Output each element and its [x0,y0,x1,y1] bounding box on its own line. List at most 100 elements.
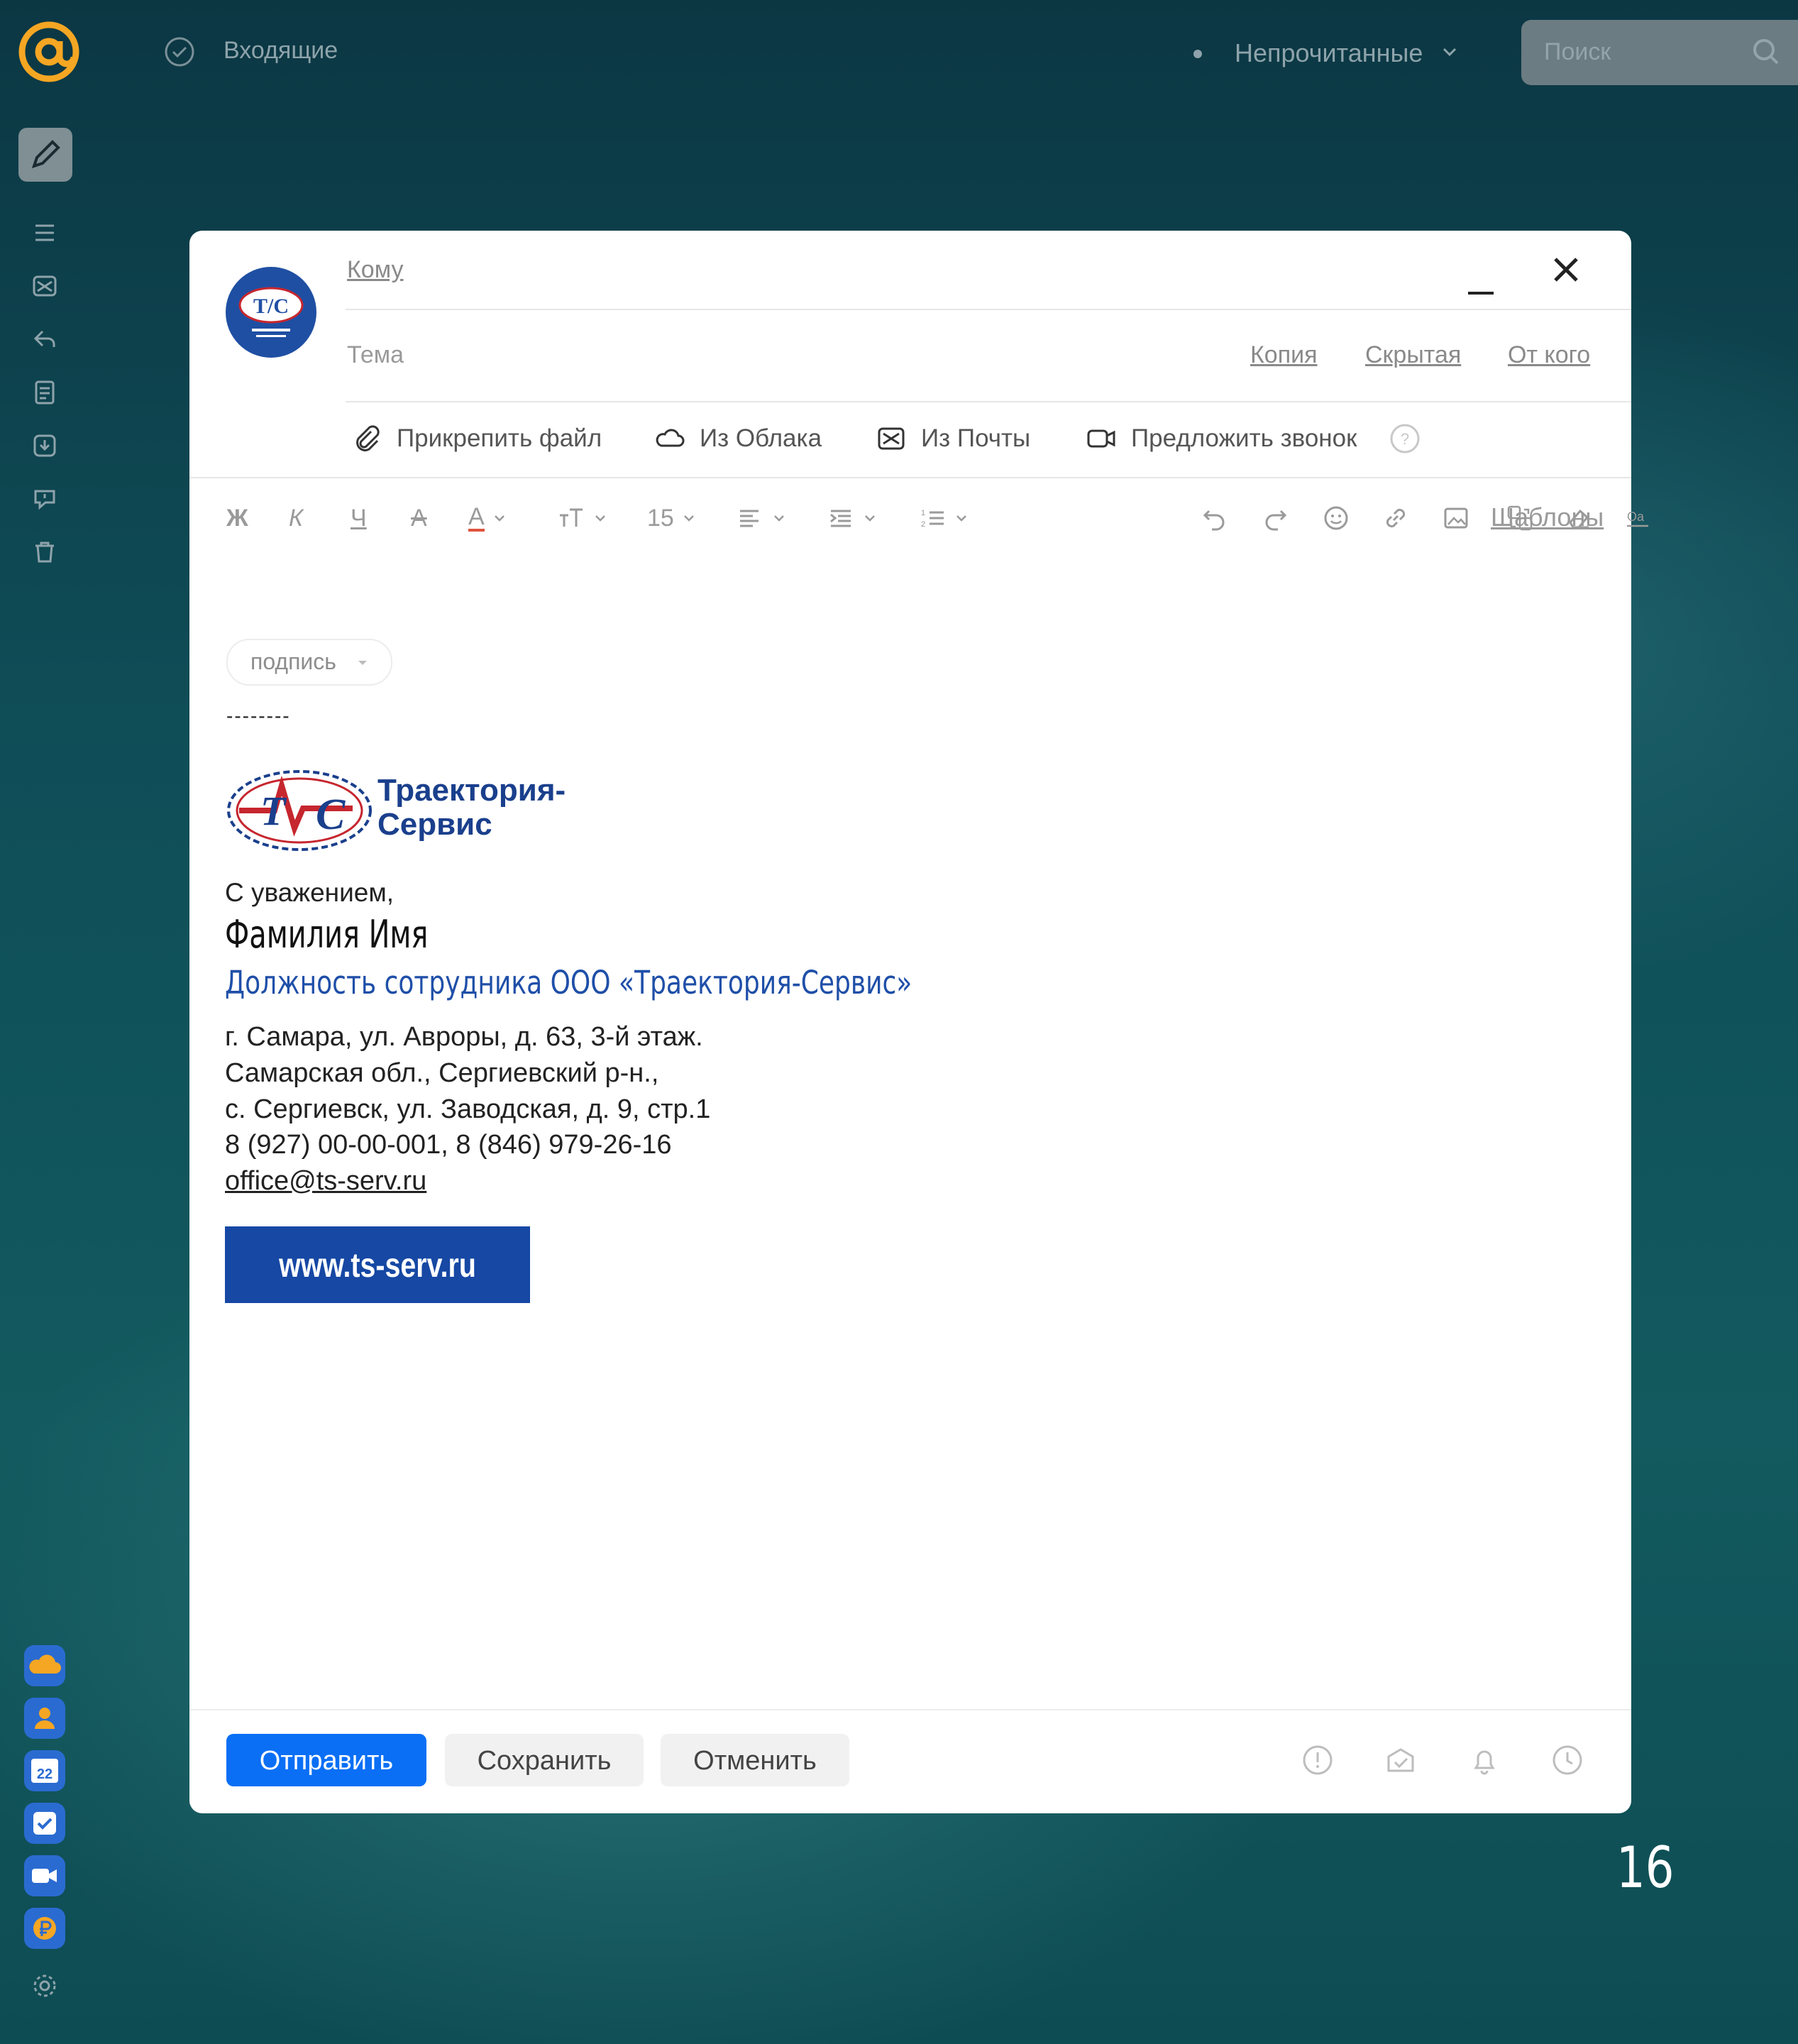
bold-button[interactable]: Ж [226,500,248,536]
phone-numbers: 8 (927) 00-00-001, 8 (846) 979-26-16 [225,1130,672,1160]
company-logo-icon: Т С [227,770,372,851]
video-call-icon [1087,429,1115,448]
chevron-down-icon[interactable] [1439,41,1460,62]
top-bar: Входящие Непрочитанные Поиск [0,0,1798,106]
indent-button[interactable] [827,500,878,536]
send-button[interactable]: Отправить [226,1734,426,1786]
address-line-2: Самарская обл., Сергиевский р-н., [225,1058,659,1088]
drafts-icon[interactable] [28,376,61,409]
inbox-icon[interactable] [28,270,61,302]
offer-call-button[interactable]: Предложить звонок [1086,421,1357,456]
paperclip-icon [356,425,380,451]
underline-label: Ч [351,504,367,532]
settings-gear-icon[interactable] [28,1969,61,2002]
video-app-icon[interactable] [24,1855,65,1896]
underline-button[interactable]: Ч [351,500,367,536]
svg-text:Оа: Оа [1627,510,1645,524]
help-icon[interactable]: ? [1389,422,1421,455]
search-icon[interactable] [1748,34,1784,70]
font-size-select[interactable]: 15 [647,500,697,536]
svg-text:С: С [316,791,346,839]
templates-link[interactable]: Шаблоны [1491,502,1604,532]
trash-icon[interactable] [28,536,61,568]
align-button[interactable] [736,500,787,536]
minimize-icon[interactable] [1467,268,1495,296]
compose-window: Т/С Кому Тема Копия Скрытая От кого Прик… [189,231,1648,1813]
link-button[interactable] [1381,500,1410,536]
calendar-app-icon[interactable]: 22 [24,1750,65,1791]
close-icon[interactable] [1548,252,1584,287]
to-divider [346,309,1631,310]
website-button[interactable]: www.ts-serv.ru [225,1226,530,1303]
from-cloud-label: Из Облака [700,424,822,452]
schedule-clock-icon[interactable] [1550,1742,1585,1778]
company-name: Траектория- Сервис [377,774,633,842]
offer-call-label: Предложить звонок [1131,424,1357,452]
indent-icon [830,510,851,527]
strikethrough-button[interactable]: A [411,500,427,536]
employee-name: Фамилия Имя [225,912,429,957]
cloud-app-icon[interactable] [24,1645,65,1686]
contacts-app-icon[interactable] [24,1698,65,1739]
insert-image-button[interactable] [1442,500,1470,536]
cloud-icon [656,429,685,447]
spellcheck-button[interactable]: Оа [1624,500,1653,536]
from-link[interactable]: От кого [1508,341,1590,369]
bold-label: Ж [226,504,248,532]
cancel-label: Отменить [693,1746,817,1776]
sent-icon[interactable] [28,323,61,356]
italic-button[interactable]: К [289,500,303,536]
website-label: www.ts-serv.ru [279,1247,476,1285]
chevron-down-icon [494,515,504,522]
employee-position: Должность сотрудника ООО «Траектория-Сер… [225,964,912,1001]
undo-button[interactable] [1201,500,1229,536]
align-left-icon [740,510,759,527]
smile-icon [1324,506,1348,530]
list-button[interactable]: 1 2 [918,500,969,536]
font-color-label: A [468,503,485,532]
svg-text:22: 22 [37,1766,53,1782]
emoji-button[interactable] [1322,500,1350,536]
camera-icon [32,1869,57,1883]
font-color-button[interactable]: A [468,500,507,536]
spam-icon[interactable] [28,483,61,515]
subject-field-label[interactable]: Тема [347,341,404,369]
importance-icon[interactable] [1300,1742,1335,1778]
cancel-button[interactable]: Отменить [661,1734,849,1786]
page-number: 16 [1616,1835,1675,1901]
redo-icon [1265,510,1287,531]
reminder-bell-icon[interactable] [1467,1742,1502,1778]
footer-divider [189,1709,1631,1710]
search-input[interactable]: Поиск [1521,20,1798,85]
signature-select[interactable]: подпись [226,639,392,686]
archive-icon[interactable] [28,429,61,462]
checkbox-icon [33,1812,56,1835]
select-all-check-icon[interactable] [163,35,196,68]
signature-separator: -------- [226,705,291,727]
menu-icon[interactable] [28,216,61,249]
save-button[interactable]: Сохранить [445,1734,644,1786]
email-link[interactable]: office@ts-serv.ru [225,1166,426,1197]
sender-avatar[interactable]: Т/С [225,266,317,358]
filter-dropdown[interactable]: Непрочитанные [1235,38,1423,68]
company-name-line2: Сервис [377,807,492,842]
compose-button[interactable] [18,128,72,182]
from-mail-label: Из Почты [921,424,1031,452]
read-receipt-icon[interactable] [1383,1742,1418,1778]
tasks-app-icon[interactable] [24,1803,65,1844]
font-style-button[interactable] [557,500,608,536]
from-cloud-button[interactable]: Из Облака [654,421,822,456]
bcc-link[interactable]: Скрытая [1365,341,1461,369]
attach-file-button[interactable]: Прикрепить файл [351,421,602,456]
from-mail-button[interactable]: Из Почты [876,421,1030,456]
svg-text:1: 1 [921,509,925,517]
strikethrough-label: A [411,504,427,532]
calendar-icon: 22 [31,1759,58,1783]
redo-button[interactable] [1261,500,1289,536]
to-field-label[interactable]: Кому [347,256,403,284]
mail-logo-icon[interactable] [17,20,81,84]
svg-text:2: 2 [921,520,925,529]
cc-link[interactable]: Копия [1250,341,1318,369]
ruble-icon [33,1917,56,1940]
payments-app-icon[interactable] [24,1908,65,1949]
